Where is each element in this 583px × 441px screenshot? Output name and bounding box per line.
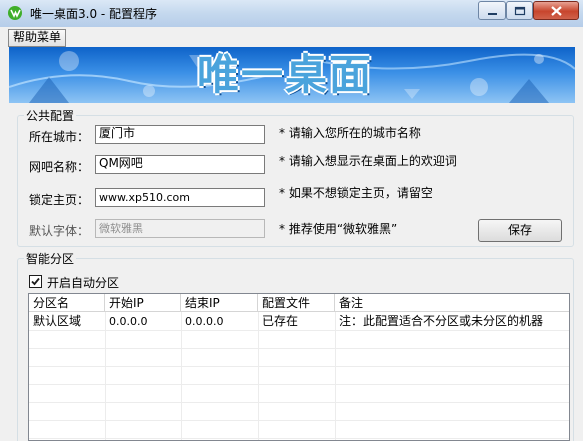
city-input[interactable]: 厦门市 — [95, 125, 265, 144]
banner-logo-text: 唯一桌面 — [197, 50, 374, 99]
cell-config-file: 已存在 — [262, 314, 299, 328]
netbar-label: 网吧名称： — [29, 160, 90, 174]
minimize-icon — [488, 13, 497, 15]
smart-partition-legend: 智能分区 — [26, 252, 75, 266]
column-header-config-file[interactable]: 配置文件 — [258, 294, 335, 312]
homepage-hint: * 如果不想锁定主页，请留空 — [279, 186, 433, 200]
column-header-notes[interactable]: 备注 — [335, 294, 569, 312]
auto-partition-label[interactable]: 开启自动分区 — [47, 274, 119, 291]
close-button[interactable] — [533, 1, 579, 20]
column-header-start-ip[interactable]: 开始IP — [105, 294, 181, 312]
homepage-label: 锁定主页： — [29, 193, 90, 207]
minimize-button[interactable] — [478, 1, 506, 20]
save-button[interactable]: 保存 — [478, 219, 562, 242]
row-divider — [29, 402, 569, 403]
checkmark-icon — [31, 277, 40, 286]
cell-start-ip: 0.0.0.0 — [109, 315, 148, 328]
column-header-partition-name[interactable]: 分区名 — [29, 294, 105, 312]
help-menu[interactable]: 帮助菜单 — [8, 29, 67, 47]
row-divider — [29, 420, 569, 421]
cell-notes: 注：此配置适合不分区或未分区的机器 — [339, 314, 544, 328]
row-divider — [29, 438, 569, 439]
main-window: 唯一桌面3.0 - 配置程序 帮助菜单 唯一桌面 公共配置 所在城市： 厦门市 … — [0, 0, 583, 441]
row-divider — [29, 348, 569, 349]
banner: 唯一桌面 — [9, 47, 575, 103]
row-divider — [29, 384, 569, 385]
title-bar[interactable]: 唯一桌面3.0 - 配置程序 — [0, 0, 583, 27]
netbar-hint: * 请输入想显示在桌面上的欢迎词 — [279, 154, 457, 168]
app-logo-icon — [8, 6, 22, 20]
font-label: 默认字体： — [29, 224, 90, 238]
column-header-end-ip[interactable]: 结束IP — [181, 294, 258, 312]
window-title: 唯一桌面3.0 - 配置程序 — [30, 7, 158, 21]
cell-partition-name: 默认区域 — [33, 314, 82, 328]
cell-end-ip: 0.0.0.0 — [185, 315, 224, 328]
font-hint: * 推荐使用“微软雅黑” — [279, 222, 398, 236]
close-icon — [551, 6, 562, 16]
maximize-button[interactable] — [506, 1, 533, 20]
city-hint: * 请输入您所在的城市名称 — [279, 126, 421, 140]
city-label: 所在城市： — [29, 130, 90, 144]
maximize-icon — [514, 6, 526, 16]
public-config-legend: 公共配置 — [26, 109, 75, 123]
row-divider — [29, 366, 569, 367]
row-divider — [29, 330, 569, 331]
font-input: 微软雅黑 — [95, 219, 265, 238]
partition-table[interactable]: 分区名 开始IP 结束IP 配置文件 备注 默认区域 0.0.0.0 0.0.0… — [28, 293, 570, 441]
menu-bar: 帮助菜单 — [0, 27, 583, 47]
homepage-input[interactable]: www.xp510.com — [95, 188, 265, 207]
netbar-name-input[interactable]: QM网吧 — [95, 155, 265, 174]
auto-partition-checkbox[interactable] — [29, 275, 42, 288]
